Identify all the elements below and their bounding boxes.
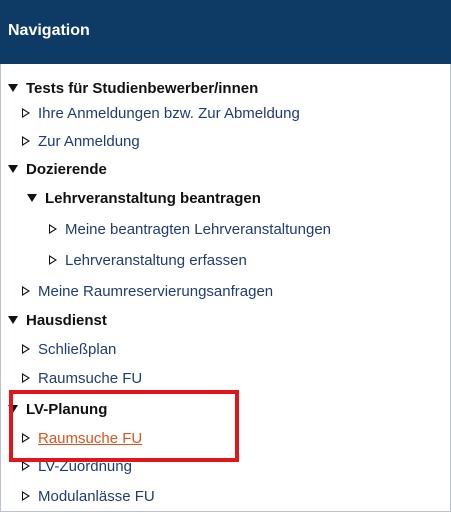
- nav-item-label: Lehrveranstaltung erfassen: [65, 252, 247, 269]
- highlight-box: [9, 390, 239, 462]
- expand-triangle-icon: [22, 286, 30, 297]
- nav-item-raumsuche-hausdienst[interactable]: Raumsuche FU: [22, 368, 142, 390]
- nav-section-tests[interactable]: Tests für Studienbewerber/innen: [8, 78, 258, 100]
- expand-triangle-icon: [22, 491, 30, 502]
- nav-section-dozierende[interactable]: Dozierende: [8, 159, 107, 181]
- collapse-triangle-icon: [8, 165, 18, 174]
- nav-item-zur-anmeldung[interactable]: Zur Anmeldung: [22, 131, 140, 153]
- nav-item-anmeldungen[interactable]: Ihre Anmeldungen bzw. Zur Abmeldung: [22, 103, 300, 125]
- nav-item-modulanlaesse[interactable]: Modulanlässe FU: [22, 486, 155, 508]
- collapse-triangle-icon: [8, 84, 18, 93]
- nav-item-label: Modulanlässe FU: [38, 488, 155, 505]
- collapse-triangle-icon: [27, 194, 37, 203]
- nav-item-label: Zur Anmeldung: [38, 133, 140, 150]
- section-label: Dozierende: [26, 161, 107, 178]
- nav-section-hausdienst[interactable]: Hausdienst: [8, 310, 107, 332]
- section-label: Lehrveranstaltung beantragen: [45, 190, 261, 207]
- nav-item-schliessplan[interactable]: Schließplan: [22, 339, 116, 361]
- nav-item-meine-beantragten[interactable]: Meine beantragten Lehrveranstaltungen: [49, 219, 331, 241]
- nav-item-lehrveranstaltung-erfassen[interactable]: Lehrveranstaltung erfassen: [49, 250, 247, 272]
- expand-triangle-icon: [22, 373, 30, 384]
- nav-item-label: Raumsuche FU: [38, 370, 143, 387]
- nav-item-label: Ihre Anmeldungen bzw. Zur Abmeldung: [38, 105, 300, 122]
- nav-item-label: Meine beantragten Lehrveranstaltungen: [65, 221, 332, 238]
- nav-item-raumreservierung[interactable]: Meine Raumreservierungsanfragen: [22, 281, 273, 303]
- expand-triangle-icon: [49, 255, 57, 266]
- expand-triangle-icon: [22, 136, 30, 147]
- nav-section-lehrveranstaltung[interactable]: Lehrveranstaltung beantragen: [27, 188, 261, 210]
- expand-triangle-icon: [22, 344, 30, 355]
- expand-triangle-icon: [49, 224, 57, 235]
- expand-triangle-icon: [22, 108, 30, 119]
- expand-triangle-icon: [22, 461, 30, 472]
- navigation-title: Navigation: [8, 22, 90, 39]
- navigation-header: Navigation: [0, 0, 451, 64]
- section-label: Hausdienst: [26, 312, 107, 329]
- section-label: Tests für Studienbewerber/innen: [26, 80, 259, 97]
- nav-item-label: Meine Raumreservierungsanfragen: [38, 283, 274, 300]
- collapse-triangle-icon: [8, 316, 18, 325]
- nav-item-label: Schließplan: [38, 341, 117, 358]
